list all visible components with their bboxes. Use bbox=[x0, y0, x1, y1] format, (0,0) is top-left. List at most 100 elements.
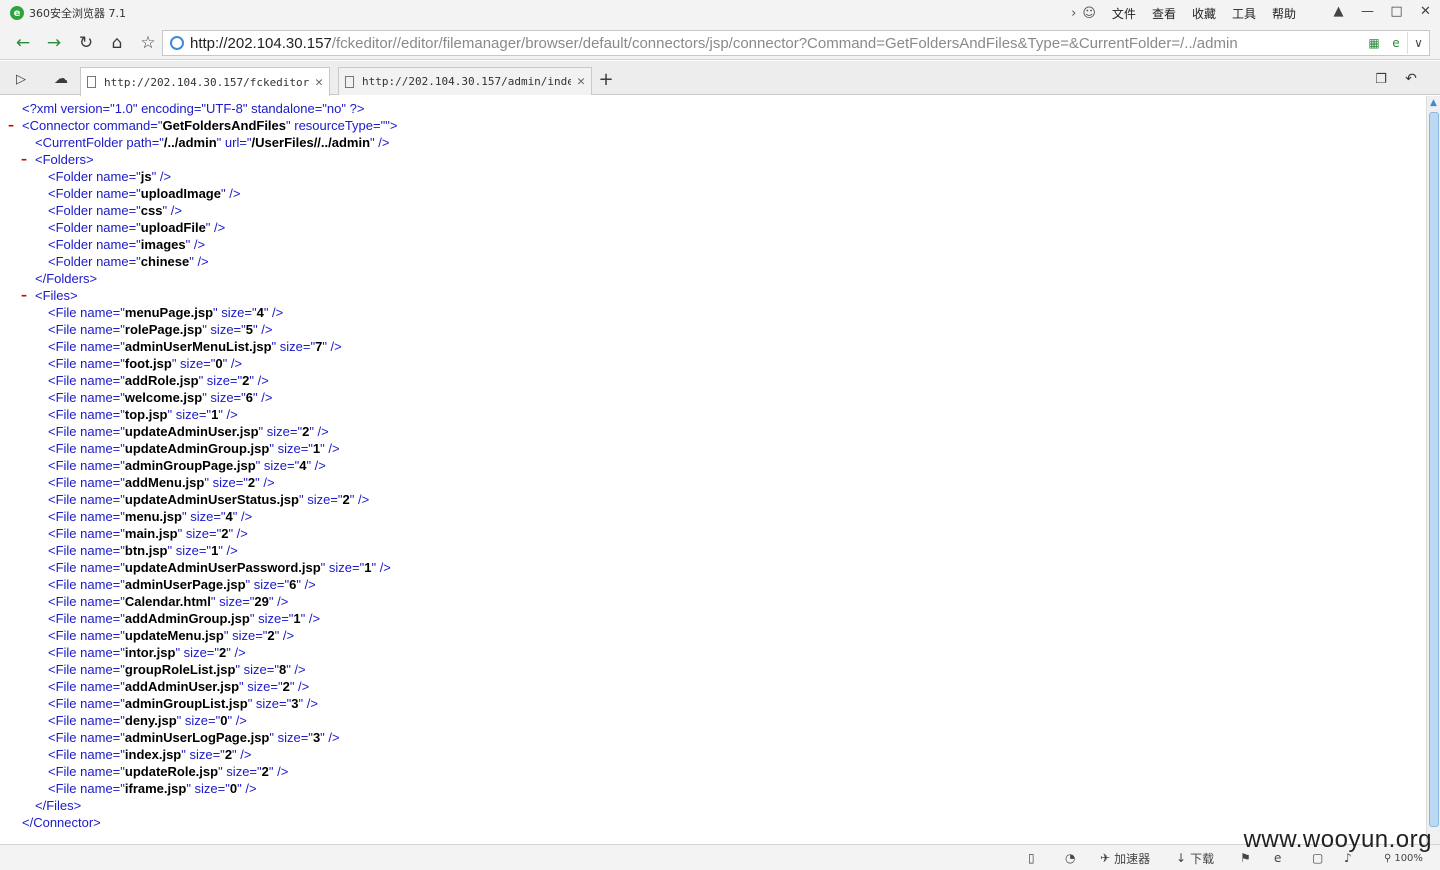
file-name: updateAdminUser.jsp bbox=[124, 424, 259, 439]
file-line: <File name="foot.jsp" size="0" /> bbox=[48, 355, 242, 372]
tag-open: <File bbox=[48, 679, 81, 694]
new-tab-button[interactable]: + bbox=[593, 67, 619, 91]
status-bar: ▯ ◔ ✈ 加速器 ↓ 下载 ⚑ e ▢ ♪ ⚲ 100% bbox=[0, 844, 1440, 870]
menu-help[interactable]: 帮助 bbox=[1272, 5, 1296, 22]
folders-open-line: <Folders> bbox=[35, 151, 94, 168]
attr-name: " size=" bbox=[181, 509, 226, 524]
vertical-scrollbar[interactable]: ▲ bbox=[1426, 96, 1440, 844]
file-line: <File name="btn.jsp" size="1" /> bbox=[48, 542, 238, 559]
attr-name: name=" bbox=[96, 169, 141, 184]
folder-name: chinese bbox=[140, 254, 190, 269]
maximize-button[interactable]: □ bbox=[1382, 0, 1411, 22]
close-tab-icon[interactable]: ✕ bbox=[315, 75, 323, 90]
back-button[interactable]: ← bbox=[10, 31, 36, 55]
tag-close: " /> bbox=[227, 713, 247, 728]
tag-close: " /> bbox=[226, 645, 246, 660]
dropdown-chevron-icon[interactable]: ∨ bbox=[1407, 32, 1429, 54]
chevron-right-icon[interactable]: › bbox=[1071, 6, 1076, 21]
tag-open: <File bbox=[48, 339, 81, 354]
attr-name: " size=" bbox=[269, 730, 313, 745]
file-name: adminUserLogPage.jsp bbox=[124, 730, 270, 745]
connector-close-line: </Connector> bbox=[22, 814, 101, 831]
file-line: <File name="adminUserMenuList.jsp" size=… bbox=[48, 338, 342, 355]
mobile-icon[interactable]: ▯ bbox=[1028, 849, 1035, 867]
close-window-button[interactable]: ✕ bbox=[1411, 0, 1440, 22]
tag-open: <File bbox=[48, 424, 81, 439]
qr-code-icon[interactable]: ▦ bbox=[1363, 32, 1385, 54]
attr-name: name=" bbox=[80, 730, 125, 745]
collapse-toggle-icon[interactable]: – bbox=[19, 287, 29, 304]
current-folder-line: <CurrentFolder path="/../admin" url="/Us… bbox=[35, 134, 389, 151]
menu-view[interactable]: 查看 bbox=[1152, 5, 1176, 22]
home-button[interactable]: ⌂ bbox=[104, 31, 130, 55]
navigation-bar: ← → ↻ ⌂ ☆ http://202.104.30.157/fckedito… bbox=[0, 26, 1440, 60]
connector-open-line: <Connector command="GetFoldersAndFiles" … bbox=[22, 117, 397, 134]
attr-name: " size=" bbox=[218, 764, 262, 779]
zoom-icon: ⚲ bbox=[1384, 852, 1392, 864]
scroll-up-icon[interactable]: ▲ bbox=[1427, 96, 1440, 110]
tag-close: " /> bbox=[306, 458, 326, 473]
ie-mode-icon[interactable]: e bbox=[1385, 32, 1407, 54]
tag-close: " /> bbox=[185, 237, 206, 252]
tag-open: <Folder bbox=[48, 203, 97, 218]
skin-icon[interactable]: ▲ bbox=[1324, 0, 1353, 22]
tag-close: " /> bbox=[274, 628, 295, 643]
tag-open: <Files> bbox=[35, 288, 78, 303]
file-name: menu.jsp bbox=[124, 509, 182, 524]
collapse-toggle-icon[interactable]: – bbox=[6, 117, 16, 134]
watermark: www.wooyun.org bbox=[1243, 826, 1432, 853]
file-line: <File name="addMenu.jsp" size="2" /> bbox=[48, 474, 275, 491]
download-button[interactable]: ↓ 下载 bbox=[1176, 849, 1214, 867]
tag-open: <File bbox=[48, 696, 81, 711]
file-name: top.jsp bbox=[124, 407, 168, 422]
attr-name: name=" bbox=[80, 373, 125, 388]
file-name: foot.jsp bbox=[124, 356, 172, 371]
minimize-button[interactable]: — bbox=[1353, 0, 1382, 22]
speed-icon[interactable]: ◔ bbox=[1065, 849, 1075, 867]
scrollbar-thumb[interactable] bbox=[1429, 112, 1439, 827]
tab-connector[interactable]: http://202.104.30.157/fckeditor//editor/… bbox=[80, 67, 330, 96]
attr-name: " size=" bbox=[271, 339, 316, 354]
file-line: <File name="updateAdminUser.jsp" size="2… bbox=[48, 423, 329, 440]
attr-name: " resourceType=" bbox=[286, 118, 386, 133]
tab-list-icon[interactable]: ❐ bbox=[1368, 67, 1394, 91]
tag-close: " /> bbox=[222, 356, 243, 371]
tag-close: " /> bbox=[162, 203, 182, 218]
forward-button[interactable]: → bbox=[41, 31, 67, 55]
menu-tools[interactable]: 工具 bbox=[1232, 5, 1256, 22]
window-title: 360安全浏览器 7.1 bbox=[29, 7, 126, 20]
close-tab-icon[interactable]: ✕ bbox=[577, 74, 585, 89]
cloud-icon[interactable]: ☁ bbox=[48, 67, 74, 91]
file-line: <File name="updateAdminUserPassword.jsp"… bbox=[48, 559, 391, 576]
menu-favorites[interactable]: 收藏 bbox=[1192, 5, 1216, 22]
refresh-button[interactable]: ↻ bbox=[73, 31, 99, 55]
tag-close: " /> bbox=[286, 662, 306, 677]
menu-file[interactable]: 文件 bbox=[1112, 5, 1136, 22]
favorite-star-button[interactable]: ☆ bbox=[135, 31, 161, 55]
file-name: updateMenu.jsp bbox=[124, 628, 224, 643]
folder-line: <Folder name="chinese" /> bbox=[48, 253, 209, 270]
file-name: deny.jsp bbox=[124, 713, 177, 728]
accelerator-button[interactable]: ✈ 加速器 bbox=[1100, 849, 1150, 867]
tag-close: " /> bbox=[232, 509, 253, 524]
attr-name: name=" bbox=[96, 220, 141, 235]
tab-admin-index[interactable]: http://202.104.30.157/admin/index.jsp ✕ bbox=[338, 67, 592, 95]
tag-open: <File bbox=[48, 781, 81, 796]
folder-line: <Folder name="images" /> bbox=[48, 236, 205, 253]
file-line: <File name="addAdminUser.jsp" size="2" /… bbox=[48, 678, 309, 695]
attr-name: " size=" bbox=[198, 373, 243, 388]
attr-name: " size=" bbox=[210, 594, 255, 609]
address-bar[interactable]: http://202.104.30.157/fckeditor//editor/… bbox=[162, 30, 1430, 56]
attr-name: " size=" bbox=[171, 356, 216, 371]
user-icon[interactable]: ☺ bbox=[1082, 6, 1096, 21]
collapse-toggle-icon[interactable]: – bbox=[19, 151, 29, 168]
file-line: <File name="updateMenu.jsp" size="2" /> bbox=[48, 627, 294, 644]
tag-close: " /> bbox=[218, 407, 238, 422]
current-folder-url: /UserFiles//../admin bbox=[251, 135, 371, 150]
tag-close: " /> bbox=[237, 781, 257, 796]
folder-line: <Folder name="css" /> bbox=[48, 202, 182, 219]
document-icon bbox=[87, 76, 96, 88]
tag-close: " /> bbox=[263, 305, 284, 320]
undo-close-tab-icon[interactable]: ↶ bbox=[1398, 67, 1424, 91]
sidebar-toggle-icon[interactable]: ▷ bbox=[8, 67, 34, 91]
